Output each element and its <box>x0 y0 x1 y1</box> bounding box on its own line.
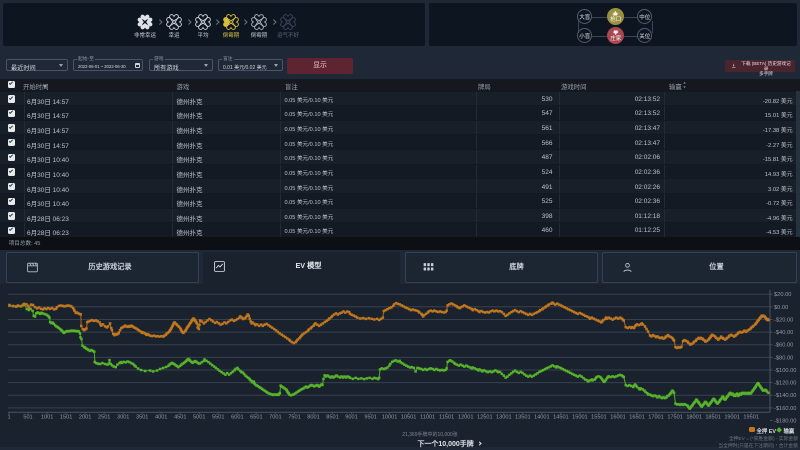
svg-text:13001: 13001 <box>496 415 512 421</box>
svg-text:10501: 10501 <box>401 415 417 421</box>
svg-text:16501: 16501 <box>629 415 645 421</box>
svg-text:$0.00: $0.00 <box>774 305 788 311</box>
svg-text:15001: 15001 <box>572 415 588 421</box>
svg-text:6001: 6001 <box>231 415 243 421</box>
svg-text:11001: 11001 <box>420 415 435 421</box>
svg-text:1001: 1001 <box>41 415 53 421</box>
svg-text:12501: 12501 <box>477 415 493 421</box>
svg-text:1501: 1501 <box>60 415 72 421</box>
svg-text:10001: 10001 <box>382 415 398 421</box>
svg-text:-$140.00: -$140.00 <box>774 393 796 399</box>
svg-text:18501: 18501 <box>705 415 721 421</box>
svg-text:-$60.00: -$60.00 <box>774 343 793 349</box>
svg-text:14001: 14001 <box>534 415 550 421</box>
svg-text:2501: 2501 <box>98 415 110 421</box>
svg-text:7501: 7501 <box>288 415 300 421</box>
svg-text:19001: 19001 <box>724 415 740 421</box>
svg-text:18001: 18001 <box>686 415 702 421</box>
svg-text:8501: 8501 <box>326 415 338 421</box>
svg-text:19501: 19501 <box>743 415 759 421</box>
svg-text:3001: 3001 <box>117 415 129 421</box>
svg-text:12001: 12001 <box>458 415 474 421</box>
svg-text:13501: 13501 <box>515 415 531 421</box>
svg-text:7001: 7001 <box>269 415 281 421</box>
svg-text:-$120.00: -$120.00 <box>774 381 796 387</box>
svg-text:8001: 8001 <box>307 415 319 421</box>
svg-text:-$100.00: -$100.00 <box>774 368 796 374</box>
svg-text:-$20.00: -$20.00 <box>774 318 793 324</box>
svg-text:4501: 4501 <box>174 415 186 421</box>
svg-text:15501: 15501 <box>591 415 607 421</box>
svg-text:501: 501 <box>23 415 32 421</box>
svg-text:14501: 14501 <box>553 415 569 421</box>
svg-text:5501: 5501 <box>212 415 224 421</box>
svg-text:17001: 17001 <box>648 415 664 421</box>
svg-text:-$160.00: -$160.00 <box>774 406 796 412</box>
svg-text:-$180.00: -$180.00 <box>774 419 796 425</box>
svg-text:11501: 11501 <box>439 415 454 421</box>
svg-text:4001: 4001 <box>155 415 167 421</box>
svg-text:-$40.00: -$40.00 <box>774 330 793 336</box>
svg-text:9501: 9501 <box>364 415 376 421</box>
svg-text:5001: 5001 <box>193 415 205 421</box>
svg-text:6501: 6501 <box>250 415 262 421</box>
svg-text:-$80.00: -$80.00 <box>774 355 793 361</box>
svg-text:16001: 16001 <box>610 415 626 421</box>
svg-text:$20.00: $20.00 <box>774 292 791 298</box>
svg-text:17501: 17501 <box>667 415 683 421</box>
svg-text:2001: 2001 <box>79 415 91 421</box>
svg-text:9001: 9001 <box>345 415 357 421</box>
svg-text:1: 1 <box>7 415 10 421</box>
svg-text:3501: 3501 <box>136 415 148 421</box>
